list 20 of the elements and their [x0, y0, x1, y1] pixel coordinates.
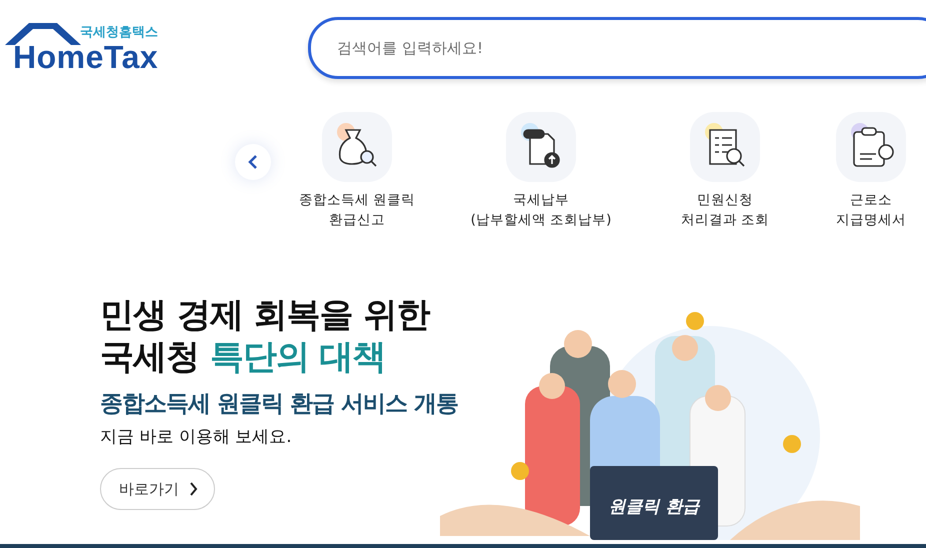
previous-button[interactable]: [235, 144, 271, 180]
service-label[interactable]: 근로소 지급명세서: [836, 190, 906, 230]
logo-subtitle: 국세청홈택스: [80, 24, 158, 41]
service-tile-icon[interactable]: [322, 112, 392, 182]
chevron-left-icon: [248, 154, 258, 170]
banner-title: 민생 경제 회복을 위한: [100, 294, 432, 336]
logo-title[interactable]: HomeTax: [13, 41, 158, 73]
service-tile-icon[interactable]: [690, 112, 760, 182]
service-tile-icon[interactable]: [506, 112, 576, 182]
banner-subtitle: 종합소득세 원클릭 환급 서비스 개통: [100, 390, 460, 419]
search-field[interactable]: 검색어를 입력하세요!: [308, 17, 926, 79]
service-label[interactable]: 국세납부 (납부할세액 조회납부): [470, 190, 612, 230]
chevron-right-icon: [189, 482, 198, 496]
banner-text: 지금 바로 이용해 보세요.: [100, 426, 293, 448]
go-button[interactable]: 바로가기: [100, 468, 215, 510]
service-label[interactable]: 종합소득세 원클릭 환급신고: [298, 190, 416, 230]
service-label[interactable]: 민원신청 처리결과 조회: [680, 190, 770, 230]
service-tile-icon[interactable]: [836, 112, 906, 182]
banner-title: 국세청 특단의 대책: [100, 336, 387, 378]
sign-text: 원클릭 환급: [608, 497, 700, 517]
